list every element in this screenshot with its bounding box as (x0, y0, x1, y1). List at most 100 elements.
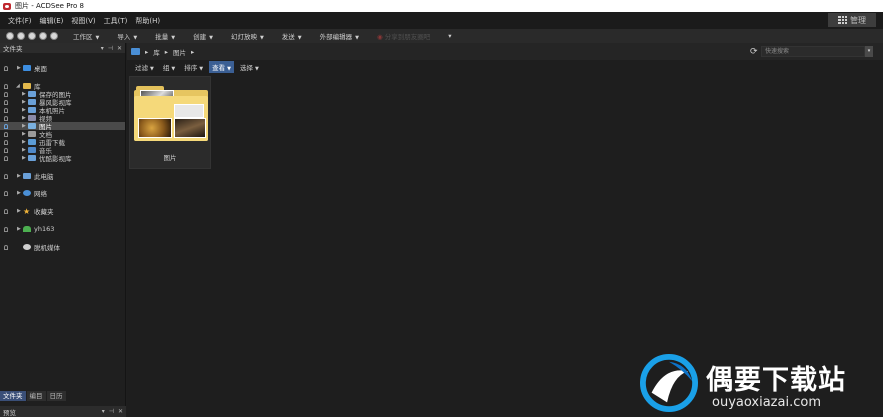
menu-edit[interactable]: 编辑(E) (40, 16, 64, 26)
pin-icon[interactable] (4, 226, 8, 232)
toolbar-batch[interactable]: 批量 ▼ (146, 31, 184, 41)
expand-icon[interactable]: ▶ (22, 147, 26, 153)
menu-help[interactable]: 帮助(H) (135, 16, 160, 26)
window-title: 图片 - ACDSee Pro 8 (15, 2, 84, 10)
select-button[interactable]: 选择 ▼ (237, 61, 262, 73)
tree-item-user[interactable]: ▶ yh163 (0, 225, 126, 233)
pin-icon[interactable] (4, 244, 8, 250)
folder-tree: ▶ 桌面 ◢ 库 ▶ 保存的图片 ▶ 暴风影视库 ▶ 本机照片 ▶ 视频 ▶ 图… (0, 53, 125, 386)
toolbar-send[interactable]: 发送 ▼ (273, 31, 311, 41)
panel-close-icon[interactable]: ✕ (117, 45, 122, 52)
tree-item-favorites[interactable]: ▶ ★ 收藏夹 (0, 207, 126, 216)
menu-file[interactable]: 文件(F) (8, 16, 32, 26)
tab-calendar[interactable]: 日历 (46, 391, 66, 401)
pin-icon[interactable] (4, 115, 8, 121)
toolbar-workspace[interactable]: 工作区 ▼ (64, 31, 108, 41)
toolbar-create[interactable]: 创建 ▼ (184, 31, 222, 41)
breadcrumb-library[interactable]: 库 (153, 47, 160, 57)
tree-item-network[interactable]: ▶ 网络 (0, 189, 126, 198)
tab-catalog[interactable]: 编目 (26, 391, 46, 401)
toolbar-slideshow[interactable]: 幻灯放映 ▼ (222, 31, 273, 41)
documents-folder-icon (28, 131, 36, 137)
mode-photos-icon[interactable] (17, 32, 25, 40)
pin-icon[interactable] (4, 107, 8, 113)
tree-item-videos[interactable]: ▶ 视频 (0, 114, 126, 123)
breadcrumb-separator-icon: ▸ (191, 47, 195, 56)
menu-tools[interactable]: 工具(T) (104, 16, 128, 26)
pin-icon[interactable] (4, 83, 8, 89)
search-dropdown-icon[interactable]: ▾ (865, 46, 873, 57)
toolbar-import[interactable]: 导入 ▼ (108, 31, 146, 41)
folder-thumbnail[interactable]: 图片 (129, 76, 211, 169)
tree-item-pictures[interactable]: ▶ 图片 (0, 122, 125, 131)
group-button[interactable]: 组 ▼ (160, 61, 178, 73)
watermark-url: ouyaoxiazai.com (712, 395, 821, 410)
expand-icon[interactable]: ▶ (22, 155, 26, 161)
folders-panel: 文件夹 ▾ ⊣ ✕ ▶ 桌面 ◢ 库 ▶ 保存的图片 ▶ 暴风影视库 ▶ 本机照… (0, 43, 126, 406)
breadcrumb-pictures[interactable]: 图片 (173, 47, 186, 57)
acdsee-app-icon (3, 2, 11, 10)
pin-icon[interactable] (4, 173, 8, 179)
expand-icon[interactable]: ▶ (22, 107, 26, 113)
tree-item-desktop[interactable]: ▶ 桌面 (0, 64, 126, 73)
pin-icon[interactable] (4, 139, 8, 145)
pin-icon[interactable] (4, 65, 8, 71)
pin-icon[interactable] (4, 155, 8, 161)
refresh-icon[interactable]: ⟳ (750, 47, 758, 57)
expand-icon[interactable]: ▶ (17, 226, 21, 232)
tree-item-this-pc[interactable]: ▶ 此电脑 (0, 172, 126, 181)
view-button[interactable]: 查看 ▼ (209, 61, 234, 73)
toolbar-more-icon[interactable]: ▾ (439, 32, 460, 40)
mode-develop-icon[interactable] (39, 32, 47, 40)
tree-item-offline-media[interactable]: 脱机媒体 (0, 243, 126, 252)
manage-mode-button[interactable]: 管理 (828, 13, 876, 27)
pin-icon[interactable] (4, 147, 8, 153)
expand-icon[interactable]: ▶ (22, 91, 26, 97)
menu-view[interactable]: 视图(V) (71, 16, 95, 26)
breadcrumb-separator-icon: ▸ (164, 47, 169, 56)
download-folder-icon (28, 139, 36, 145)
toolbar-share[interactable]: ◉ 分享到朋友圈吧 (368, 31, 439, 41)
expand-icon[interactable]: ▶ (17, 208, 21, 214)
mode-view-icon[interactable] (28, 32, 36, 40)
tree-label: 收藏夹 (34, 208, 54, 216)
pin-icon[interactable] (4, 208, 8, 214)
mode-edit-icon[interactable] (50, 32, 58, 40)
tree-label: 脱机媒体 (34, 244, 60, 252)
expand-icon[interactable]: ▶ (22, 115, 26, 121)
filter-button[interactable]: 过滤 ▼ (132, 61, 157, 73)
toolbar-external-editor[interactable]: 外部编辑器 ▼ (311, 31, 368, 41)
video-folder-icon (28, 99, 36, 105)
expand-icon[interactable]: ▶ (22, 99, 26, 105)
tree-item-youku[interactable]: ▶ 优酷影视库 (0, 154, 126, 163)
panel-menu-icon[interactable]: ▾ (101, 45, 104, 52)
pin-icon[interactable] (4, 131, 8, 137)
pin-icon[interactable] (4, 190, 8, 196)
tree-label: 此电脑 (34, 173, 54, 181)
panel-pin-icon[interactable]: ⊣ (109, 408, 114, 415)
folder-icon (131, 48, 140, 55)
manage-label: 管理 (850, 15, 866, 25)
expand-icon[interactable]: ▶ (22, 131, 26, 137)
expand-icon[interactable]: ▶ (22, 123, 26, 129)
tree-item-thunder[interactable]: ▶ 迅雷下载 (0, 138, 126, 147)
watermark-logo-icon (640, 354, 698, 412)
pin-icon[interactable] (4, 123, 8, 129)
collapse-icon[interactable]: ◢ (16, 83, 20, 89)
expand-icon[interactable]: ▶ (17, 173, 21, 179)
pictures-folder-icon (28, 123, 36, 129)
desktop-icon (23, 65, 31, 71)
pin-icon[interactable] (4, 99, 8, 105)
panel-close-icon[interactable]: ✕ (118, 408, 123, 415)
quick-search-input[interactable]: 快速搜索 (761, 46, 865, 57)
expand-icon[interactable]: ▶ (17, 65, 21, 71)
expand-icon[interactable]: ▶ (22, 139, 26, 145)
mode-manage-icon[interactable] (6, 32, 14, 40)
pin-icon[interactable] (4, 91, 8, 97)
sort-button[interactable]: 排序 ▼ (181, 61, 206, 73)
tab-folders[interactable]: 文件夹 (0, 391, 26, 401)
panel-pin-icon[interactable]: ⊣ (108, 45, 113, 52)
expand-icon[interactable]: ▶ (17, 190, 21, 196)
tree-item-camera-roll[interactable]: ▶ 本机照片 (0, 106, 126, 115)
panel-menu-icon[interactable]: ▾ (102, 408, 105, 415)
